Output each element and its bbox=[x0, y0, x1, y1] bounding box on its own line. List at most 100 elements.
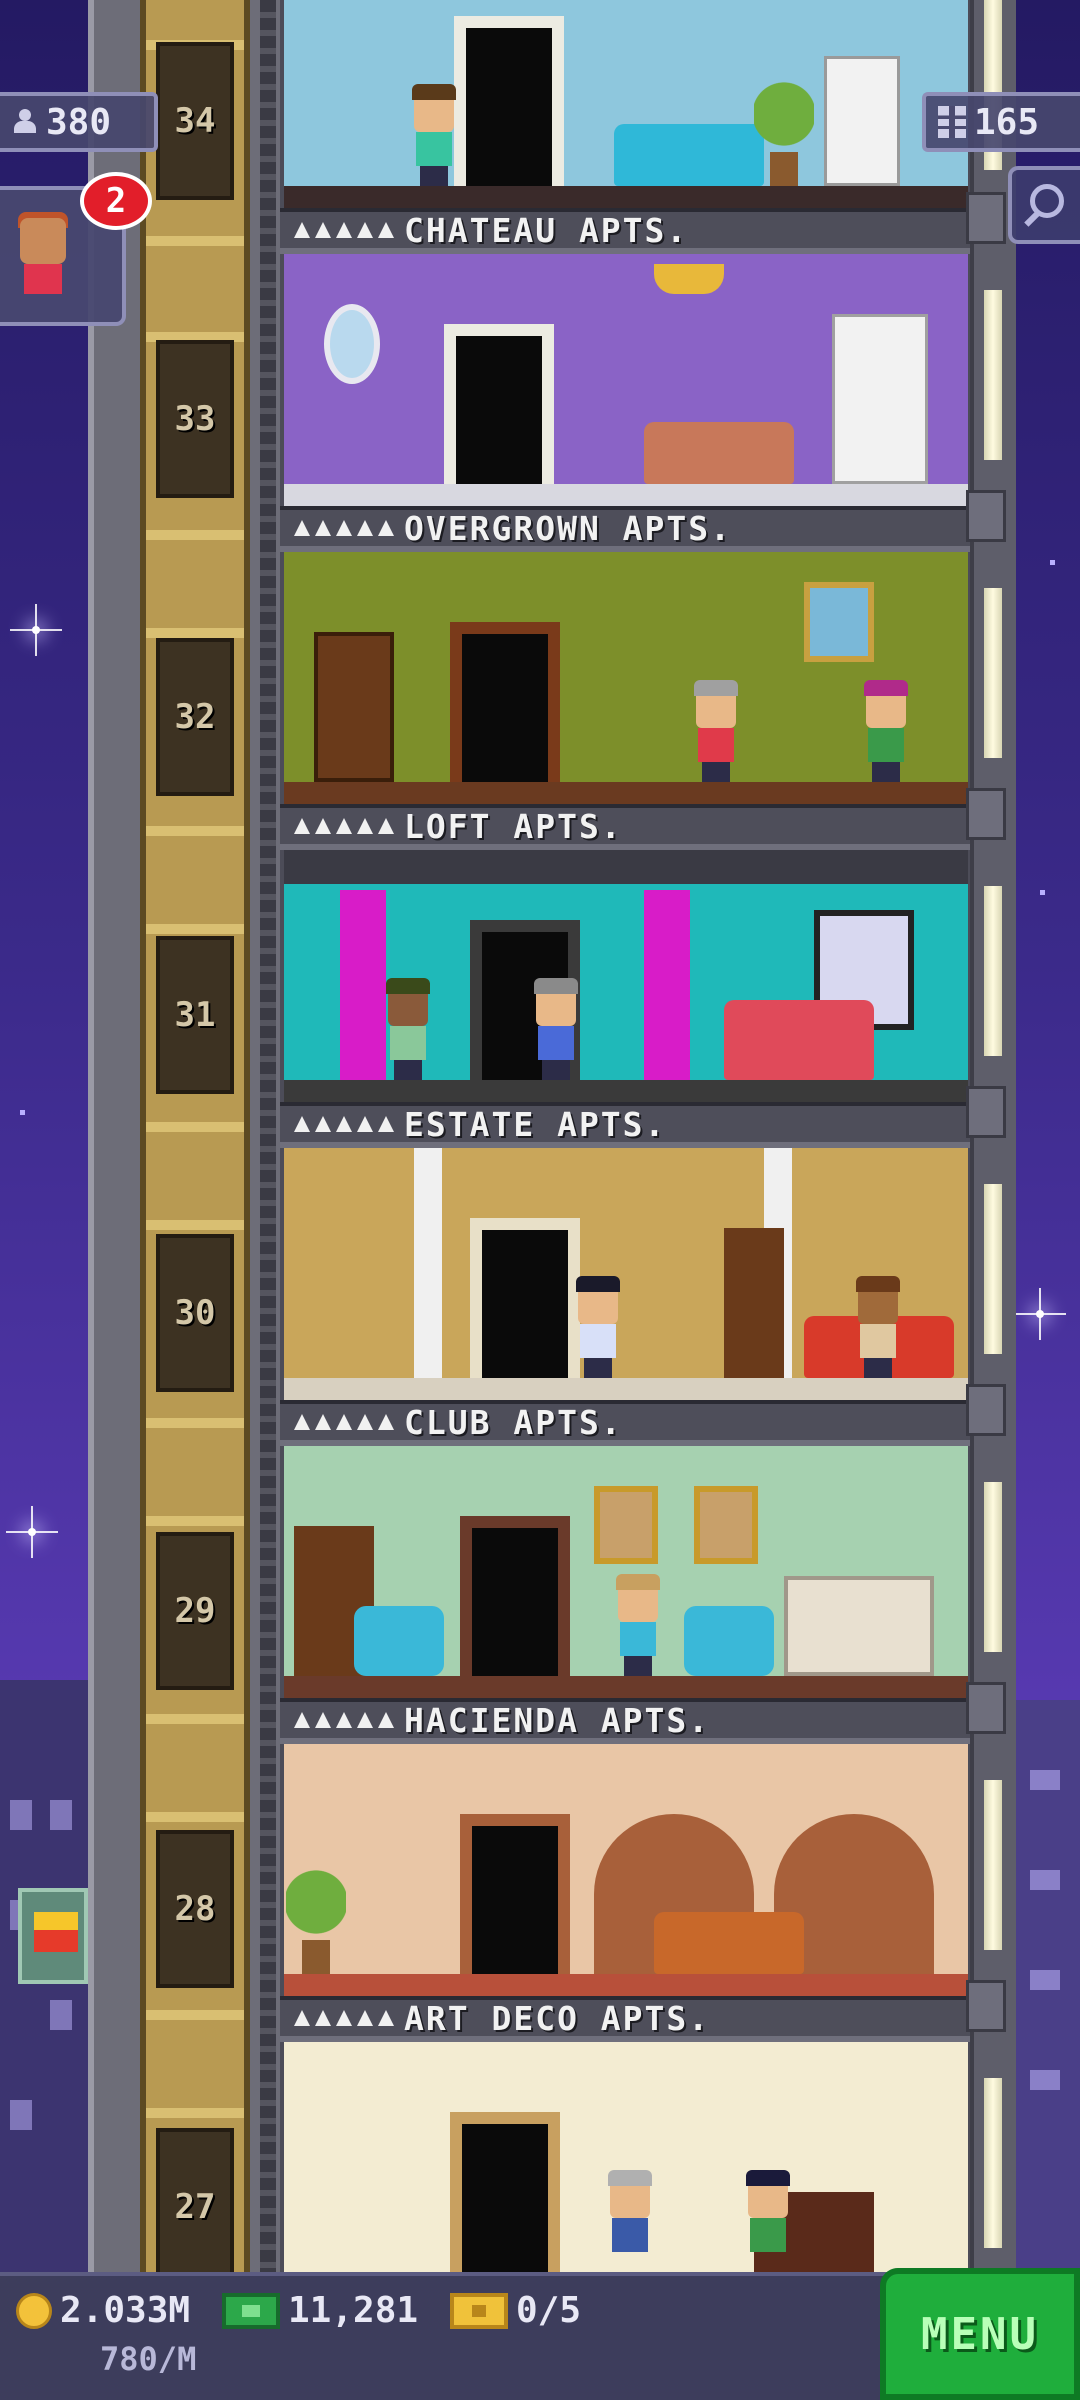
notification-badge: 2 bbox=[80, 172, 152, 230]
floor-31[interactable]: ESTATE APTS. bbox=[280, 850, 970, 1148]
elevator-rail bbox=[260, 0, 276, 2272]
bux-icon bbox=[222, 2292, 280, 2329]
floor-name: LOFT APTS. bbox=[404, 806, 623, 846]
floor-sign: OVERGROWN APTS. bbox=[280, 506, 970, 552]
curtain bbox=[340, 890, 386, 1080]
rating-stars bbox=[294, 2010, 394, 2026]
sky-dot bbox=[1050, 560, 1055, 565]
floor-name: CLUB APTS. bbox=[404, 1402, 623, 1442]
sofa bbox=[614, 124, 764, 186]
room-hacienda[interactable] bbox=[284, 1446, 968, 1698]
elevator-floor-number: 32 bbox=[156, 638, 234, 796]
rating-stars bbox=[294, 1116, 394, 1132]
sky-star bbox=[10, 604, 62, 656]
sky-dot bbox=[1040, 890, 1045, 895]
person-icon bbox=[12, 109, 38, 135]
floor-sign: LOFT APTS. bbox=[280, 804, 970, 850]
door bbox=[454, 16, 564, 186]
bux-value: 11,281 bbox=[288, 2290, 419, 2331]
floor-name: HACIENDA APTS. bbox=[404, 1700, 711, 1740]
floor-counter[interactable]: 165 bbox=[922, 92, 1080, 152]
ceiling-beam bbox=[284, 850, 968, 884]
bitizen[interactable] bbox=[384, 978, 430, 1080]
coins-value: 2.033M bbox=[60, 2290, 191, 2331]
sky-star bbox=[6, 1506, 58, 1558]
door bbox=[450, 2112, 560, 2272]
room-estate[interactable] bbox=[284, 850, 968, 1102]
floor-32[interactable]: LOFT APTS. bbox=[280, 552, 970, 850]
tickets-value: 0/5 bbox=[516, 2290, 582, 2331]
bitizen[interactable] bbox=[606, 2170, 652, 2272]
plant bbox=[754, 66, 814, 186]
visitor-body bbox=[24, 264, 62, 294]
bux-stat[interactable]: 11,281 bbox=[222, 2290, 418, 2331]
bookshelf bbox=[314, 632, 394, 782]
elevator-floor-number: 29 bbox=[156, 1532, 234, 1690]
elevator-floor-number: 33 bbox=[156, 340, 234, 498]
food-icon bbox=[34, 1912, 78, 1952]
sky-dot bbox=[20, 1110, 25, 1115]
floor-sign: CLUB APTS. bbox=[280, 1400, 970, 1446]
rating-stars bbox=[294, 222, 394, 238]
bookshelf bbox=[724, 1228, 784, 1378]
armchair bbox=[684, 1606, 774, 1676]
elevator-floor-number: 34 bbox=[156, 42, 234, 200]
column bbox=[414, 1148, 442, 1378]
room-loft[interactable] bbox=[284, 552, 968, 804]
bitizen[interactable] bbox=[744, 2170, 790, 2272]
floor-28[interactable]: ART DECO APTS. bbox=[280, 1744, 970, 2042]
door bbox=[470, 1218, 580, 1378]
rating-stars bbox=[294, 818, 394, 834]
room-floor-27[interactable] bbox=[284, 2042, 968, 2272]
visitor-avatar bbox=[20, 218, 66, 264]
floor-sign: CHATEAU APTS. bbox=[280, 208, 970, 254]
bitizen[interactable] bbox=[532, 978, 578, 1080]
menu-button[interactable]: MENU bbox=[880, 2268, 1080, 2400]
bitizen[interactable] bbox=[862, 680, 908, 782]
sofa bbox=[654, 1912, 804, 1974]
door bbox=[460, 1516, 570, 1676]
floor-count-value: 165 bbox=[974, 101, 1040, 143]
tower-right-column bbox=[966, 0, 1016, 2272]
floor-sign: HACIENDA APTS. bbox=[280, 1698, 970, 1744]
door bbox=[444, 324, 554, 484]
curtain bbox=[644, 890, 690, 1080]
mirror bbox=[324, 304, 380, 384]
bitizen[interactable] bbox=[410, 84, 456, 186]
room-art-deco[interactable] bbox=[284, 1744, 968, 1996]
rating-stars bbox=[294, 1712, 394, 1728]
portrait bbox=[594, 1486, 658, 1564]
elevator-floor-number: 28 bbox=[156, 1830, 234, 1988]
floor-name: OVERGROWN APTS. bbox=[404, 508, 733, 548]
floor-33[interactable]: OVERGROWN APTS. bbox=[280, 254, 970, 552]
floor-29[interactable]: HACIENDA APTS. bbox=[280, 1446, 970, 1744]
bitizen[interactable] bbox=[692, 680, 738, 782]
elevator-shaft[interactable]: 34 33 32 31 30 29 28 27 bbox=[140, 0, 250, 2286]
fridge bbox=[824, 56, 900, 186]
coins-stat[interactable]: 2.033M bbox=[16, 2290, 190, 2331]
population-value: 380 bbox=[46, 101, 112, 143]
floor-name: ART DECO APTS. bbox=[404, 1998, 711, 2038]
chandelier bbox=[654, 264, 724, 294]
fireplace bbox=[784, 1576, 934, 1676]
elevator-floor-number: 31 bbox=[156, 936, 234, 1094]
room-overgrown[interactable] bbox=[284, 254, 968, 506]
room-club[interactable] bbox=[284, 1148, 968, 1400]
rating-stars bbox=[294, 1414, 394, 1430]
room-chateau[interactable] bbox=[284, 0, 968, 208]
bitizen[interactable] bbox=[574, 1276, 620, 1378]
bitizen[interactable] bbox=[614, 1574, 660, 1676]
bitizen[interactable] bbox=[854, 1276, 900, 1378]
floor-34[interactable]: CHATEAU APTS. bbox=[280, 0, 970, 254]
sky-star bbox=[1014, 1288, 1066, 1340]
rating-stars bbox=[294, 520, 394, 536]
population-counter[interactable]: 380 bbox=[0, 92, 158, 152]
tower: CHATEAU APTS. OVERGROWN APTS. LOFT APTS.… bbox=[280, 0, 970, 2272]
building-icon bbox=[938, 106, 966, 138]
portrait bbox=[694, 1486, 758, 1564]
city-building-right bbox=[1010, 1700, 1080, 2280]
search-button[interactable] bbox=[1008, 166, 1080, 244]
floor-30[interactable]: CLUB APTS. bbox=[280, 1148, 970, 1446]
special-visitor-button[interactable] bbox=[18, 1888, 88, 1984]
tickets-stat[interactable]: 0/5 bbox=[450, 2290, 581, 2331]
